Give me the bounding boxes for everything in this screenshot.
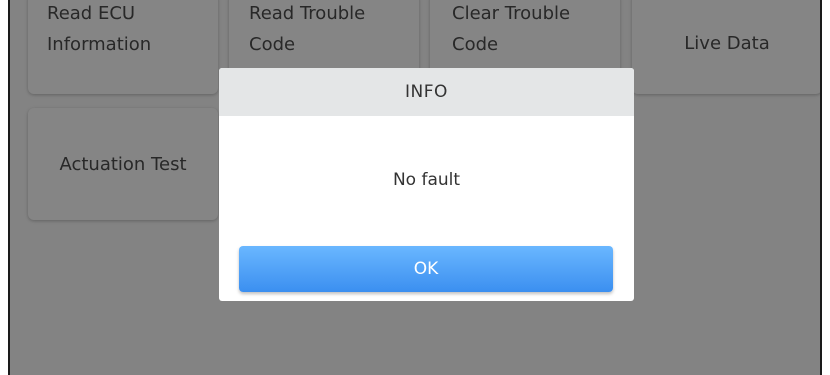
dialog-message: No fault xyxy=(392,170,461,190)
diagnostic-screen: Read ECU Information Read Trouble Code C… xyxy=(8,0,822,375)
ok-button[interactable]: OK xyxy=(239,246,613,292)
info-dialog: INFO No fault OK xyxy=(219,68,634,301)
dialog-title: INFO xyxy=(219,68,634,116)
